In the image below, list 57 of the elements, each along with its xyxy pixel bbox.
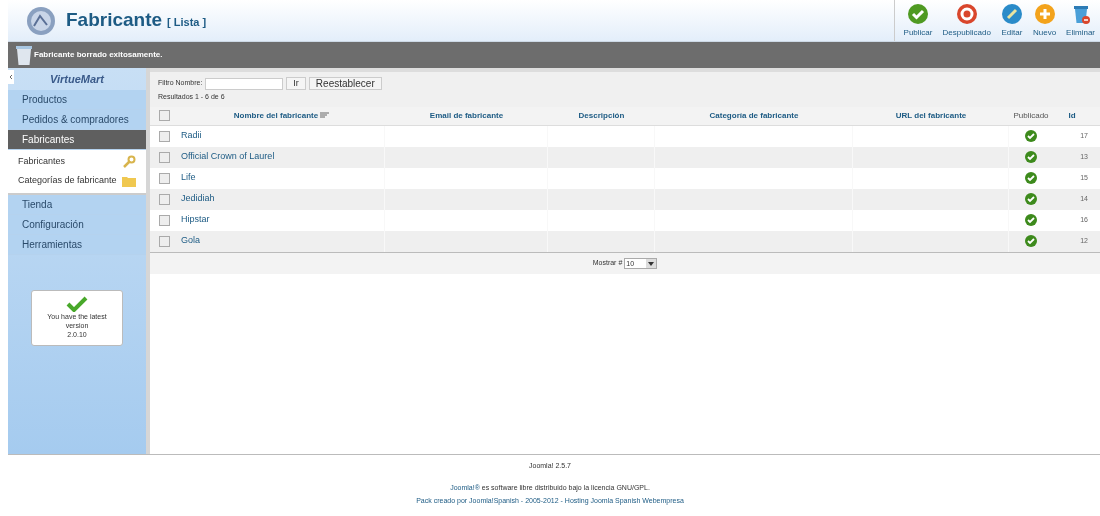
trash-icon	[14, 44, 34, 66]
message-text: Fabricante borrado exitosamente.	[34, 49, 163, 61]
check-icon[interactable]	[1025, 151, 1037, 163]
manufacturer-link[interactable]: Jedidiah	[181, 192, 215, 206]
sidebar-item[interactable]: Tienda	[8, 194, 146, 215]
check-icon	[907, 2, 930, 25]
sidebar-item[interactable]: Herramientas	[8, 234, 146, 255]
check-icon[interactable]	[1025, 193, 1037, 205]
toolbar-button[interactable]: Nuevo	[1027, 0, 1062, 41]
plus-icon	[1033, 2, 1056, 25]
wrench-icon	[122, 155, 136, 169]
sidebar-item[interactable]: Productos	[8, 90, 146, 110]
page-subtitle: [ Lista ]	[167, 15, 207, 31]
checkbox[interactable]	[158, 172, 170, 184]
submenu-link[interactable]: Categorías de fabricante	[18, 174, 117, 188]
manufacturer-link[interactable]: Radii	[181, 129, 202, 143]
manufacturer-link[interactable]: Hipstar	[181, 213, 210, 227]
manufacturer-link[interactable]: Gola	[181, 234, 200, 248]
sidebar-item[interactable]: Configuración	[8, 214, 146, 235]
stop-icon	[955, 2, 978, 25]
check-icon[interactable]	[1025, 214, 1037, 226]
caret-icon	[646, 258, 657, 268]
column-header[interactable]: Categoría de fabricante	[709, 109, 799, 122]
manufacturer-link[interactable]: Official Crown of Laurel	[181, 150, 275, 164]
submenu-link[interactable]: Fabricantes	[18, 155, 66, 169]
checkbox[interactable]	[158, 193, 170, 205]
reset-button[interactable]: Reestablecer	[308, 77, 382, 90]
column-header[interactable]: Id	[1068, 109, 1076, 122]
checkbox[interactable]	[158, 110, 170, 121]
column-header[interactable]: Email de fabricante	[429, 109, 504, 122]
sort-icon[interactable]	[320, 112, 330, 119]
go-button[interactable]: Ir	[286, 77, 306, 90]
toolbar-button[interactable]: Despublicado	[937, 0, 996, 41]
check-icon[interactable]	[1025, 172, 1037, 184]
page-title: Fabricante	[66, 8, 163, 33]
checkbox[interactable]	[158, 130, 170, 142]
collapse-icon[interactable]	[8, 70, 14, 84]
checkbox[interactable]	[158, 235, 170, 247]
column-header[interactable]: Publicado	[1013, 109, 1049, 122]
column-header[interactable]: Descripción	[578, 109, 625, 122]
toolbar-button[interactable]: Editar	[995, 0, 1028, 41]
sidebar-item[interactable]: Fabricantes	[8, 130, 146, 150]
column-header[interactable]: Nombre del fabricante	[233, 109, 319, 122]
logo: VirtueMart	[50, 71, 104, 87]
folder-icon	[122, 174, 136, 187]
checkbox[interactable]	[158, 151, 170, 163]
manufacturer-link[interactable]: Life	[181, 171, 196, 185]
column-header[interactable]: URL del fabricante	[895, 109, 967, 122]
check-icon[interactable]	[1025, 130, 1037, 142]
toolbar-button[interactable]: Publicar	[898, 0, 938, 41]
toolbar-button[interactable]: Eliminar	[1061, 0, 1100, 41]
check-icon	[66, 295, 88, 312]
sidebar-item[interactable]: Pedidos & compradores	[8, 110, 146, 130]
checkbox[interactable]	[158, 214, 170, 226]
check-icon[interactable]	[1025, 235, 1037, 247]
pencil-icon	[1000, 2, 1023, 25]
filter-field[interactable]	[205, 77, 284, 90]
